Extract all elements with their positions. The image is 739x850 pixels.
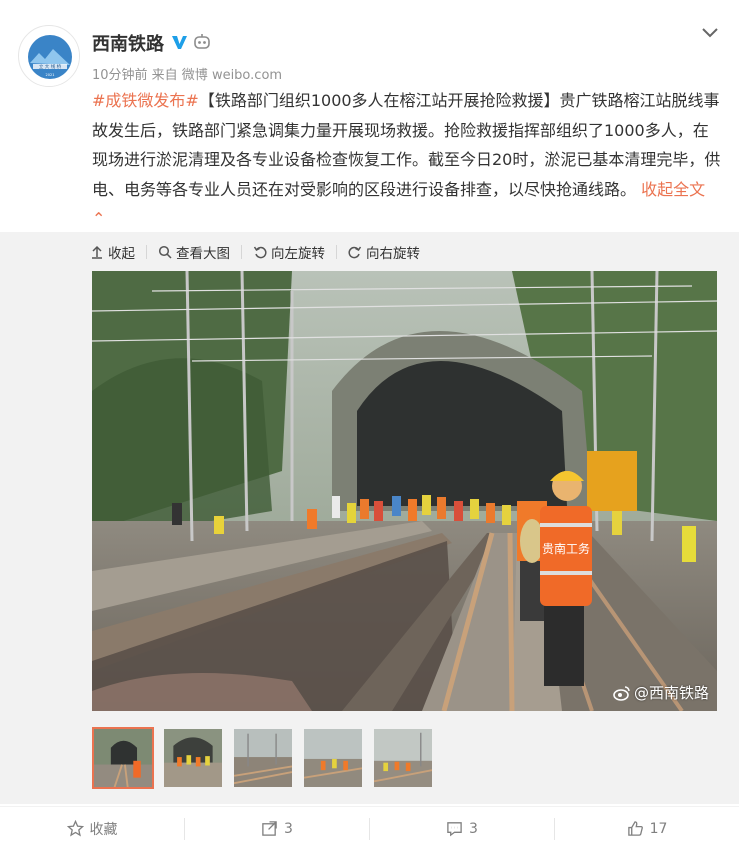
thumbnail-2[interactable] — [162, 727, 224, 789]
chevron-up-icon: ⌃ — [92, 209, 106, 228]
user-name[interactable]: 西南铁路 — [92, 30, 164, 56]
svg-text:贵南工务: 贵南工务 — [542, 541, 590, 556]
rotate-right-label: 向右旋转 — [366, 246, 420, 262]
star-icon — [66, 820, 84, 837]
verified-v-icon — [172, 36, 187, 49]
comment-count: 3 — [469, 820, 478, 837]
post-meta: 10分钟前 来自 微博 weibo.com — [92, 68, 283, 83]
share-icon — [262, 821, 277, 836]
collapse-image-button[interactable]: 收起 — [90, 242, 135, 262]
arrow-up-icon — [92, 245, 102, 259]
search-icon — [158, 245, 172, 259]
rotate-left-icon — [253, 246, 267, 259]
view-large-label: 查看大图 — [176, 246, 230, 262]
avatar[interactable]: 立 大 线 桥 2021 — [18, 25, 80, 87]
thumbnail-strip — [92, 727, 442, 789]
view-large-button[interactable]: 查看大图 — [158, 242, 230, 262]
like-button[interactable]: 17 — [555, 820, 739, 837]
collapse-text-label: 收起全文 — [641, 179, 706, 199]
collapse-label: 收起 — [108, 246, 135, 262]
image-gallery: 收起 查看大图 向左旋转 向右旋转 贵南工务 @西南铁路 — [0, 232, 739, 804]
rotate-right-icon — [348, 246, 362, 259]
rotate-right-button[interactable]: 向右旋转 — [348, 242, 420, 262]
comment-button[interactable]: 3 — [370, 820, 554, 837]
toolbar-divider — [146, 245, 147, 259]
action-bar: 收藏 3 3 17 — [0, 806, 739, 850]
rotate-left-label: 向左旋转 — [271, 246, 325, 262]
comment-icon — [447, 822, 462, 837]
thumbnail-1[interactable] — [92, 727, 154, 789]
repost-button[interactable]: 3 — [185, 820, 369, 837]
gallery-toolbar: 收起 查看大图 向左旋转 向右旋转 — [90, 240, 420, 264]
svg-text:立 大 线 桥: 立 大 线 桥 — [39, 63, 62, 70]
thumbnail-5[interactable] — [372, 727, 434, 789]
robot-icon[interactable] — [192, 32, 212, 52]
chevron-down-icon[interactable] — [700, 26, 720, 40]
like-icon — [627, 821, 643, 836]
post-header: 立 大 线 桥 2021 西南铁路 10分钟前 来自 微博 weibo.com — [0, 0, 739, 90]
like-count: 17 — [649, 820, 668, 837]
favorite-label: 收藏 — [89, 821, 118, 838]
hashtag-link[interactable]: #成铁微发布# — [92, 91, 199, 110]
rotate-left-button[interactable]: 向左旋转 — [253, 242, 325, 262]
favorite-button[interactable]: 收藏 — [0, 819, 184, 839]
toolbar-divider — [336, 245, 337, 259]
thumbnail-3[interactable] — [232, 727, 294, 789]
watermark-text: @西南铁路 — [633, 684, 709, 702]
post-text: #成铁微发布#【铁路部门组织1000多人在榕江站开展抢险救援】贵广铁路榕江站脱线… — [92, 86, 722, 234]
weibo-logo-icon — [613, 685, 630, 701]
repost-count: 3 — [284, 820, 293, 837]
main-photo[interactable]: 贵南工务 @西南铁路 — [92, 271, 717, 711]
thumbnail-4[interactable] — [302, 727, 364, 789]
svg-text:2021: 2021 — [46, 73, 55, 77]
photo-watermark: @西南铁路 — [613, 682, 709, 703]
toolbar-divider — [241, 245, 242, 259]
